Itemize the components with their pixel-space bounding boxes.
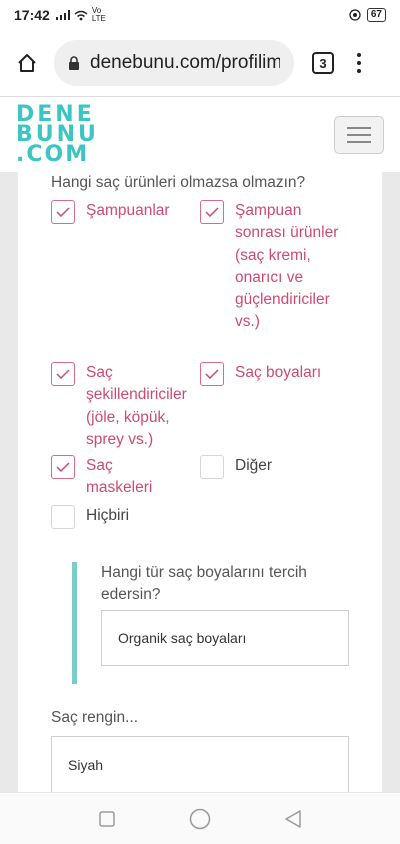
battery-indicator: 67	[366, 8, 386, 22]
circle-icon	[189, 808, 211, 829]
recents-button[interactable]	[87, 799, 127, 839]
option-label: Hiçbiri	[86, 507, 130, 524]
status-icons: Vo LTE	[55, 6, 108, 23]
checkmark-icon	[56, 369, 70, 379]
menu-line	[347, 141, 371, 143]
option-label: Saç şekillendiriciler (jöle, köpük, spre…	[86, 364, 187, 448]
menu-line	[347, 127, 371, 129]
checkbox[interactable]	[200, 362, 224, 386]
home-icon	[18, 54, 36, 72]
tab-switcher-button[interactable]: 3	[312, 52, 334, 74]
back-nav-button[interactable]	[273, 799, 313, 839]
status-right: 67	[349, 8, 386, 22]
site-header: DENE BUNU .COM	[0, 96, 400, 172]
checkmark-icon	[205, 369, 219, 379]
browser-toolbar: denebunu.com/profilim/ 3	[0, 30, 400, 96]
option-sac-sekillendiriciler[interactable]: Saç şekillendiriciler (jöle, köpük, spre…	[51, 362, 201, 451]
browser-menu-button[interactable]	[354, 53, 364, 73]
menu-line	[347, 134, 371, 136]
system-nav-bar	[0, 792, 400, 844]
checkmark-icon	[56, 207, 70, 217]
logo-line: .COM	[16, 142, 90, 167]
home-nav-button[interactable]	[180, 799, 220, 839]
home-button[interactable]	[10, 46, 44, 80]
option-sac-maskeleri[interactable]: Saç maskeleri	[51, 455, 191, 500]
option-sampuan-sonrasi[interactable]: Şampuan sonrası ürünler (saç kremi, onar…	[200, 200, 350, 334]
dot-icon	[357, 53, 361, 57]
wifi-icon	[74, 10, 88, 20]
option-diger[interactable]: Diğer	[200, 455, 350, 479]
checkmark-icon	[56, 462, 70, 472]
address-bar[interactable]: denebunu.com/profilim/	[54, 40, 294, 86]
checkbox[interactable]	[51, 455, 75, 479]
hamburger-menu-button[interactable]	[334, 116, 384, 154]
lock-icon	[69, 56, 79, 70]
site-logo[interactable]: DENE BUNU .COM	[16, 104, 96, 167]
checkbox[interactable]	[51, 362, 75, 386]
status-time: 17:42	[14, 7, 50, 23]
back-triangle-icon	[285, 809, 302, 828]
option-label: Diğer	[235, 457, 273, 474]
option-label: Saç maskeleri	[86, 457, 153, 497]
option-label: Şampuanlar	[86, 202, 170, 219]
option-sac-boyalari[interactable]: Saç boyaları	[200, 362, 350, 386]
hair-color-label: Saç rengin...	[51, 709, 139, 726]
hair-dye-subquestion: Hangi tür saç boyalarını tercih edersin?…	[72, 562, 382, 684]
option-label: Saç boyaları	[235, 364, 322, 381]
checkbox[interactable]	[51, 200, 75, 224]
checkbox[interactable]	[51, 505, 75, 529]
network-type: Vo LTE	[91, 6, 106, 23]
hair-color-field[interactable]: Siyah	[51, 736, 349, 792]
dot-icon	[357, 61, 361, 65]
hair-dye-question: Hangi tür saç boyalarını tercih edersin?	[101, 564, 307, 603]
dot-icon	[357, 69, 361, 73]
checkmark-icon	[205, 207, 219, 217]
hair-dye-type-field[interactable]: Organik saç boyaları	[101, 610, 349, 666]
checkbox[interactable]	[200, 455, 224, 479]
checkbox[interactable]	[200, 200, 224, 224]
hair-products-question: Hangi saç ürünleri olmazsa olmazın?	[51, 174, 306, 191]
option-sampuanlar[interactable]: Şampuanlar	[51, 200, 191, 224]
alarm-icon	[349, 9, 361, 21]
url-text: denebunu.com/profilim/	[90, 52, 280, 73]
square-icon	[98, 810, 115, 827]
profile-form-card: Hangi saç ürünleri olmazsa olmazın? Şamp…	[18, 172, 382, 792]
status-bar: 17:42 Vo LTE 67	[0, 0, 400, 30]
option-hicbiri[interactable]: Hiçbiri	[51, 505, 191, 529]
option-label: Şampuan sonrası ürünler (saç kremi, onar…	[235, 202, 339, 331]
signal-icon	[55, 10, 70, 20]
